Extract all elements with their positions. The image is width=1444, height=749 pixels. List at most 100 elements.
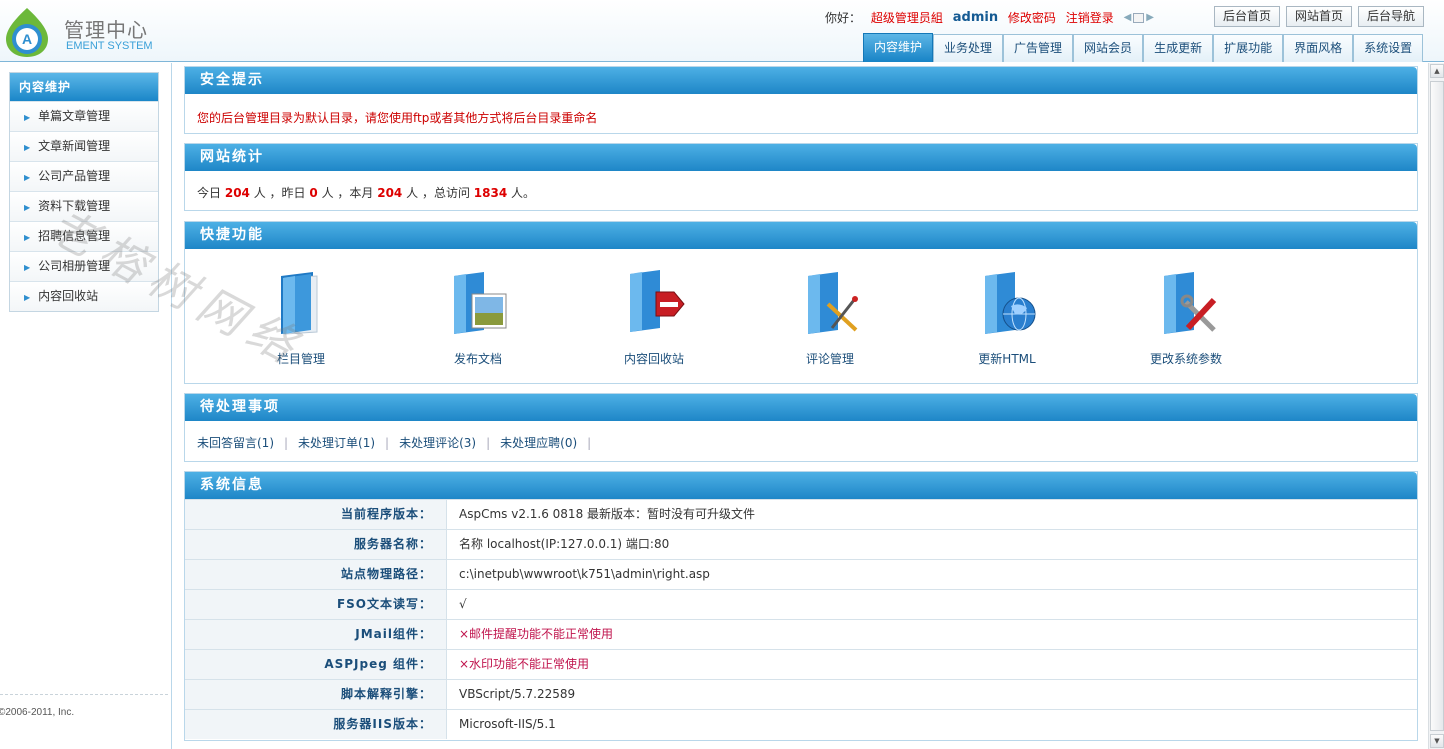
admin-nav-button[interactable]: 后台导航 [1358,6,1424,27]
book-folder-icon [281,272,318,335]
quick-panel: 快捷功能 栏目管理 发布文档 内容回收站 评论管理 更新HTML 更改系统参数 [184,221,1418,384]
quick-recycle[interactable]: 内容回收站 [594,270,714,367]
tab-settings[interactable]: 系统设置 [1353,34,1424,62]
stat-label: 人 ，总访问 [406,186,470,200]
change-password-link[interactable]: 修改密码 [1008,9,1056,26]
image-folder-icon [454,272,507,334]
quick-column-manage[interactable]: 栏目管理 [241,270,361,367]
stop-folder-icon [630,270,685,332]
triangle-right-icon: ▶ [24,263,31,272]
user-role: 超级管理员組 [870,11,943,25]
table-row: 服务器IIS版本： Microsoft-IIS/5.1 [185,709,1417,739]
scroll-thumb[interactable] [1430,81,1444,731]
sidebar-item-label: 单篇文章管理 [38,109,111,123]
sidebar-title: 内容维护 [10,73,158,101]
todo-unprocessed-applications[interactable]: 未处理应聘(0) [500,436,577,450]
todo-unprocessed-comments[interactable]: 未处理评论(3) [399,436,476,450]
stat-label: 人 ，昨日 [253,186,306,200]
quick-system-params[interactable]: 更改系统参数 [1126,270,1246,367]
sidebar-item-label: 内容回收站 [38,289,99,303]
sidebar-item-products[interactable]: ▶ 公司产品管理 [10,161,158,191]
table-row: 站点物理路径： c:\inetpub\wwwroot\k751\admin\rig… [185,559,1417,589]
tab-members[interactable]: 网站会员 [1073,34,1144,62]
row-key: 服务器名称： [185,530,447,559]
table-row: JMail组件： ×邮件提醒功能不能正常使用 [185,619,1417,649]
tab-extensions[interactable]: 扩展功能 [1213,34,1284,62]
username: admin [952,10,999,25]
main-content: 安全提示 您的后台管理目录为默认目录，请您使用ftp或者其他方式将后台目录重命名… [172,63,1428,749]
greeting-text: 你好： [825,11,862,25]
security-message: 您的后台管理目录为默认目录，请您使用ftp或者其他方式将后台目录重命名 [197,111,598,125]
tools-folder-icon [1164,272,1217,334]
sidebar-item-album[interactable]: ▶ 公司相册管理 [10,251,158,281]
brand-subtitle: EMENT SYSTEM [66,40,153,52]
row-value: ×邮件提醒功能不能正常使用 [459,627,614,641]
stat-month: 204 [377,186,403,200]
security-panel: 安全提示 您的后台管理目录为默认目录，请您使用ftp或者其他方式将后台目录重命名 [184,66,1418,134]
sidebar-item-news[interactable]: ▶ 文章新闻管理 [10,131,158,161]
sidebar-item-jobs[interactable]: ▶ 招聘信息管理 [10,221,158,251]
panel-title: 系统信息 [185,472,1417,499]
panel-title: 网站统计 [185,144,1417,171]
row-key: 脚本解释引擎： [185,680,447,709]
tab-ads[interactable]: 广告管理 [1003,34,1074,62]
tab-generate[interactable]: 生成更新 [1143,34,1214,62]
separator: | [284,436,289,450]
sidebar-item-single-article[interactable]: ▶ 单篇文章管理 [10,101,158,131]
quick-label: 更改系统参数 [1149,352,1222,366]
quick-label: 发布文档 [453,352,502,366]
stat-yesterday: 0 [309,186,318,200]
stats-line: 今日 204 人 ，昨日 0 人 ，本月 204 人 ，总访问 1834 人。 [197,184,535,201]
system-info-panel: 系统信息 当前程序版本： AspCms v2.1.6 0818 最新版本：暂时没有… [184,471,1418,741]
site-home-button[interactable]: 网站首页 [1286,6,1352,27]
quick-comments[interactable]: 评论管理 [770,270,890,367]
stats-panel: 网站统计 今日 204 人 ，昨日 0 人 ，本月 204 人 ，总访问 183… [184,143,1418,211]
tab-content[interactable]: 内容维护 [863,33,934,62]
row-key: ASPJpeg 组件： [185,650,447,679]
quick-update-html[interactable]: 更新HTML [947,270,1067,367]
row-value: √ [459,597,467,611]
row-value: AspCms v2.1.6 0818 最新版本：暂时没有可升级文件 [459,507,756,521]
row-key: JMail组件： [185,620,447,649]
todo-unprocessed-orders[interactable]: 未处理订单(1) [298,436,375,450]
stat-label: 人 ，本月 [321,186,374,200]
triangle-right-icon: ▶ [24,233,31,242]
chevron-right-icon[interactable]: ▶ [1146,12,1154,23]
scroll-down-icon[interactable]: ▼ [1430,734,1444,748]
logout-link[interactable]: 注销登录 [1066,9,1114,26]
separator: | [587,436,592,450]
user-bar: 你好： 超级管理员組 admin 修改密码 注销登录 ◀ ▶ [819,9,1154,25]
table-row: 当前程序版本： AspCms v2.1.6 0818 最新版本：暂时没有可升级文件 [185,499,1417,529]
triangle-right-icon: ▶ [24,143,31,152]
chevron-left-icon[interactable]: ◀ [1124,12,1132,23]
header: A 管理中心 EMENT SYSTEM 你好： 超级管理员組 admin 修改密… [0,0,1444,62]
globe-folder-icon [985,272,1036,334]
panel-toggle-icon[interactable] [1133,12,1145,23]
separator: | [385,436,390,450]
sidebar-item-recycle[interactable]: ▶ 内容回收站 [10,281,158,311]
table-row: 脚本解释引擎： VBScript/5.7.22589 [185,679,1417,709]
todo-panel: 待处理事项 未回答留言(1) | 未处理订单(1) | 未处理评论(3) | 未处理应聘(0… [184,393,1418,462]
row-value: 名称 localhost(IP:127.0.0.1) 端口:80 [459,537,670,551]
stat-total: 1834 [473,186,508,200]
copyright: ©2006-2011, Inc. [0,707,75,718]
admin-home-button[interactable]: 后台首页 [1214,6,1280,27]
table-row: ASPJpeg 组件： ×水印功能不能正常使用 [185,649,1417,679]
todo-line: 未回答留言(1) | 未处理订单(1) | 未处理评论(3) | 未处理应聘(0) | [197,434,601,451]
sidebar-item-downloads[interactable]: ▶ 资料下载管理 [10,191,158,221]
quick-publish[interactable]: 发布文档 [418,270,538,367]
table-row: FSO文本读写： √ [185,589,1417,619]
tab-theme[interactable]: 界面风格 [1283,34,1354,62]
separator: | [486,436,491,450]
triangle-right-icon: ▶ [24,203,31,212]
scroll-up-icon[interactable]: ▲ [1430,64,1444,78]
todo-unanswered-messages[interactable]: 未回答留言(1) [197,436,274,450]
tab-business[interactable]: 业务处理 [933,34,1004,62]
svg-text:A: A [22,31,32,47]
vertical-scrollbar[interactable]: ▲ ▼ [1428,63,1444,749]
panel-title: 快捷功能 [185,222,1417,249]
sidebar-item-label: 招聘信息管理 [38,229,111,243]
row-key: 当前程序版本： [185,500,447,529]
brand-title: 管理中心 [64,18,148,42]
logo-icon: A [6,8,48,57]
